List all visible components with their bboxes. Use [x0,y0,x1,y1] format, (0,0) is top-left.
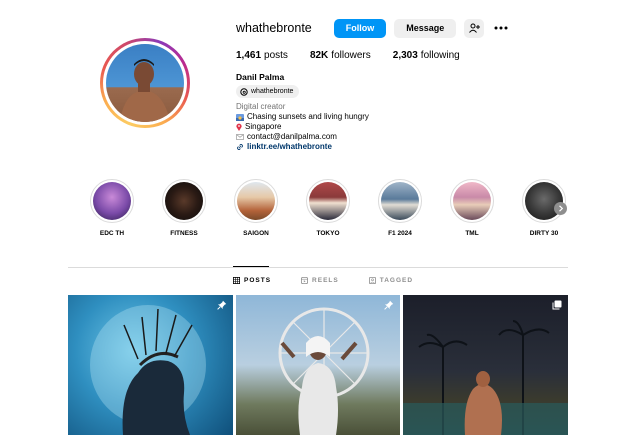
highlight-ring [522,179,566,223]
bio: Digital creator Chasing sunsets and livi… [236,102,369,152]
tab-tagged-label: TAGGED [379,277,414,284]
highlight-cover [165,182,203,220]
tab-posts-label: POSTS [244,277,272,284]
threads-handle: whathebronte [251,88,294,95]
posts-stat: 1,461 posts [236,50,288,61]
tabs-divider [68,267,568,268]
highlight-label: TOKYO [316,230,340,237]
reels-icon [301,277,309,284]
pin-icon [384,300,394,310]
location-pin-icon [236,123,242,131]
bio-link-row[interactable]: linktr.ee/whathebronte [236,142,369,152]
highlight-item[interactable]: TML [450,179,494,237]
highlight-item[interactable]: FITNESS [162,179,206,237]
highlight-cover [381,182,419,220]
bio-line-1: Chasing sunsets and living hungry [236,112,369,122]
threads-badge[interactable]: whathebronte [236,85,300,98]
profile-avatar[interactable] [100,38,190,128]
post-image [403,320,569,435]
add-person-icon [468,23,480,33]
highlight-label: DIRTY 30 [529,230,559,237]
tab-reels-label: REELS [312,277,339,284]
posts-count: 1,461 [236,50,262,61]
active-tab-indicator [233,266,269,267]
bio-line-3: contact@danilpalma.com [236,132,369,142]
posts-grid [68,295,569,435]
tagged-icon [368,277,376,284]
email-icon [236,134,244,140]
link-icon [237,144,243,150]
bio-text-1: Chasing sunsets and living hungry [247,112,369,121]
highlight-item[interactable]: TOKYO [306,179,350,237]
following-stat[interactable]: 2,303 following [393,50,460,61]
tab-reels[interactable]: REELS [301,277,339,284]
message-button[interactable]: Message [394,18,457,38]
follow-button-label: Follow [345,23,375,33]
post-thumbnail[interactable] [235,295,401,435]
highlight-label: FITNESS [170,230,198,237]
following-count: 2,303 [392,50,418,61]
sunset-icon [236,113,244,121]
follow-button[interactable]: Follow [333,18,387,38]
followers-stat[interactable]: 82K followers [310,50,371,61]
bio-line-2: Singapore [236,122,369,132]
profile-tabs: POSTS REELS TAGGED [233,277,413,284]
highlight-cover [237,182,275,220]
carousel-icon [552,300,562,310]
following-label: following [420,50,460,61]
bio-category: Digital creator [236,102,286,111]
highlight-cover [93,182,131,220]
tab-posts[interactable]: POSTS [233,277,271,284]
post-image [90,305,206,435]
bio-text-3: contact@danilpalma.com [247,132,337,141]
avatar-photo [106,44,184,122]
post-thumbnail[interactable] [403,295,569,435]
highlight-label: TML [465,230,479,237]
tab-tagged[interactable]: TAGGED [368,277,414,284]
bio-text-2: Singapore [245,122,282,131]
story-highlights: EDC TH FITNESS SAIGON TOKYO F1 2024 TML [90,179,566,237]
threads-icon [240,87,248,96]
post-thumbnail[interactable] [68,295,233,435]
highlight-ring [306,179,350,223]
highlight-label: F1 2024 [388,230,412,237]
highlight-item[interactable]: F1 2024 [378,179,422,237]
more-icon [494,26,508,30]
highlight-ring [162,179,206,223]
followers-label: followers [331,50,371,61]
more-options-button[interactable] [492,18,510,38]
highlight-cover [453,182,491,220]
followers-count: 82K [309,50,329,61]
post-image [278,307,370,435]
suggest-accounts-button[interactable] [464,18,485,38]
profile-stats: 1,461 posts 82K followers 2,303 followin… [236,50,460,61]
highlight-label: EDC TH [99,230,125,237]
message-button-label: Message [406,23,445,33]
chevron-right-icon [558,205,563,212]
pin-icon [216,300,226,310]
highlight-ring [378,179,422,223]
highlights-next-button[interactable] [554,202,567,215]
full-name: Danil Palma [236,72,285,82]
highlight-item[interactable]: EDC TH [90,179,134,237]
posts-label: posts [264,50,288,61]
highlight-cover [309,182,347,220]
highlight-ring [234,179,278,223]
profile-header: whathebronte Follow Message [236,18,510,38]
highlight-label: SAIGON [243,230,269,237]
avatar-gap [103,41,187,125]
bio-link[interactable]: linktr.ee/whathebronte [247,142,332,152]
highlight-ring [450,179,494,223]
grid-icon [233,277,240,284]
highlight-item[interactable]: SAIGON [234,179,278,237]
highlight-ring [90,179,134,223]
username: whathebronte [236,21,312,35]
